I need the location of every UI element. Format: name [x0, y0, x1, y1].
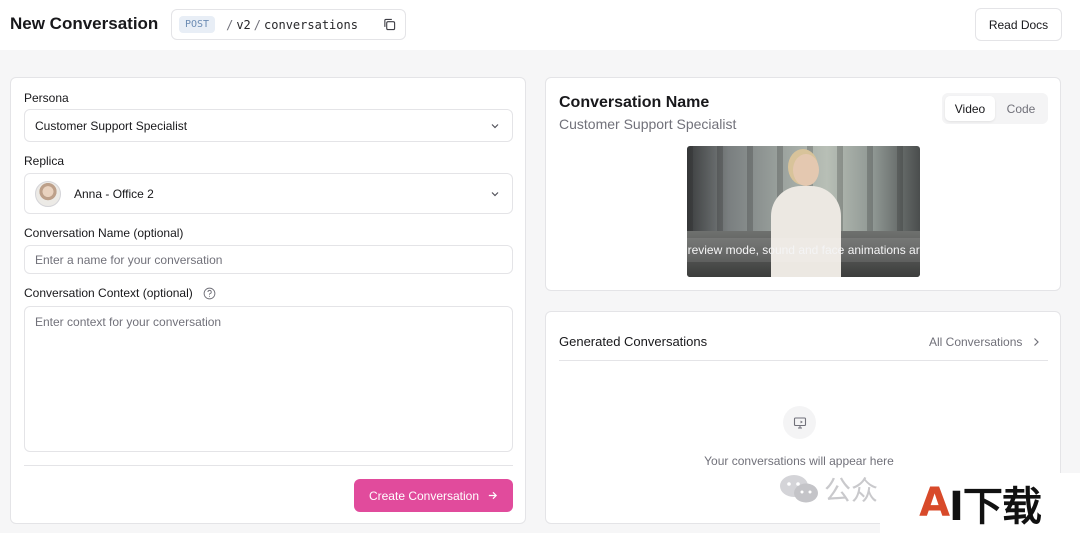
- conversation-name-label: Conversation Name (optional): [24, 226, 184, 240]
- conversation-context-placeholder: Enter context for your conversation: [35, 315, 222, 329]
- replica-select[interactable]: Anna - Office 2: [24, 173, 513, 214]
- watermark-label: 公众: [824, 476, 878, 507]
- generated-title: Generated Conversations: [559, 334, 708, 349]
- create-conversation-button[interactable]: Create Conversation: [354, 479, 513, 512]
- copy-icon[interactable]: [383, 18, 396, 31]
- empty-state-icon-wrap: [783, 406, 816, 439]
- conversation-context-textarea[interactable]: Enter context for your conversation: [24, 306, 513, 452]
- replica-figure-head: [793, 154, 819, 186]
- path-segment-version: v2: [236, 17, 251, 32]
- page-title: New Conversation: [10, 14, 159, 33]
- monitor-icon: [793, 416, 806, 429]
- watermark-text: 公众: [778, 469, 878, 508]
- watermark-badge-a: A: [919, 480, 950, 526]
- replica-label: Replica: [24, 154, 65, 168]
- video-overlay-text: review mode, sound and face animations a…: [687, 238, 920, 262]
- generated-divider: [559, 360, 1048, 361]
- conversation-name-input[interactable]: Enter a name for your conversation: [24, 245, 513, 274]
- path-segment-resource: conversations: [264, 17, 358, 32]
- conversation-name-placeholder: Enter a name for your conversation: [35, 252, 223, 267]
- top-bar: New Conversation POST / v2/conversations …: [0, 0, 1080, 50]
- watermark-badge: A I下载: [880, 473, 1080, 533]
- all-conversations-link[interactable]: All Conversations: [929, 335, 1040, 349]
- conversation-context-label: Conversation Context (optional): [24, 286, 193, 300]
- http-method-badge: POST: [179, 16, 216, 33]
- all-conversations-label: All Conversations: [929, 335, 1023, 349]
- persona-select[interactable]: Customer Support Specialist: [24, 109, 513, 142]
- endpoint-display: POST / v2/conversations: [171, 9, 406, 40]
- watermark-badge-rest: I下载: [949, 484, 1042, 530]
- form-divider: [24, 465, 513, 466]
- conversation-preview-card: Conversation Name Customer Support Speci…: [545, 77, 1061, 291]
- replica-selected-value: Anna - Office 2: [74, 186, 154, 201]
- read-docs-button[interactable]: Read Docs: [975, 8, 1062, 41]
- chevron-down-icon: [491, 124, 499, 129]
- wechat-icon: [780, 474, 818, 502]
- tab-video[interactable]: Video: [945, 96, 995, 121]
- empty-state-text: Your conversations will appear here: [704, 454, 894, 468]
- preview-subtitle: Customer Support Specialist: [559, 116, 737, 132]
- help-icon[interactable]: [203, 287, 216, 300]
- persona-label: Persona: [24, 91, 69, 105]
- persona-selected-value: Customer Support Specialist: [35, 118, 188, 133]
- conversation-form-card: Persona Customer Support Specialist Repl…: [10, 77, 526, 524]
- replica-video-preview[interactable]: review mode, sound and face animations a…: [687, 146, 920, 277]
- tab-code[interactable]: Code: [998, 96, 1044, 121]
- replica-avatar: [35, 180, 61, 207]
- endpoint-path: / v2/conversations: [226, 17, 358, 32]
- arrow-right-icon: [488, 491, 498, 500]
- chevron-right-icon: [1034, 338, 1040, 346]
- chevron-down-icon: [491, 192, 499, 197]
- replica-figure-body: [771, 186, 841, 277]
- create-conversation-label: Create Conversation: [368, 488, 480, 503]
- view-toggle: Video Code: [942, 93, 1048, 124]
- preview-title: Conversation Name: [559, 94, 710, 111]
